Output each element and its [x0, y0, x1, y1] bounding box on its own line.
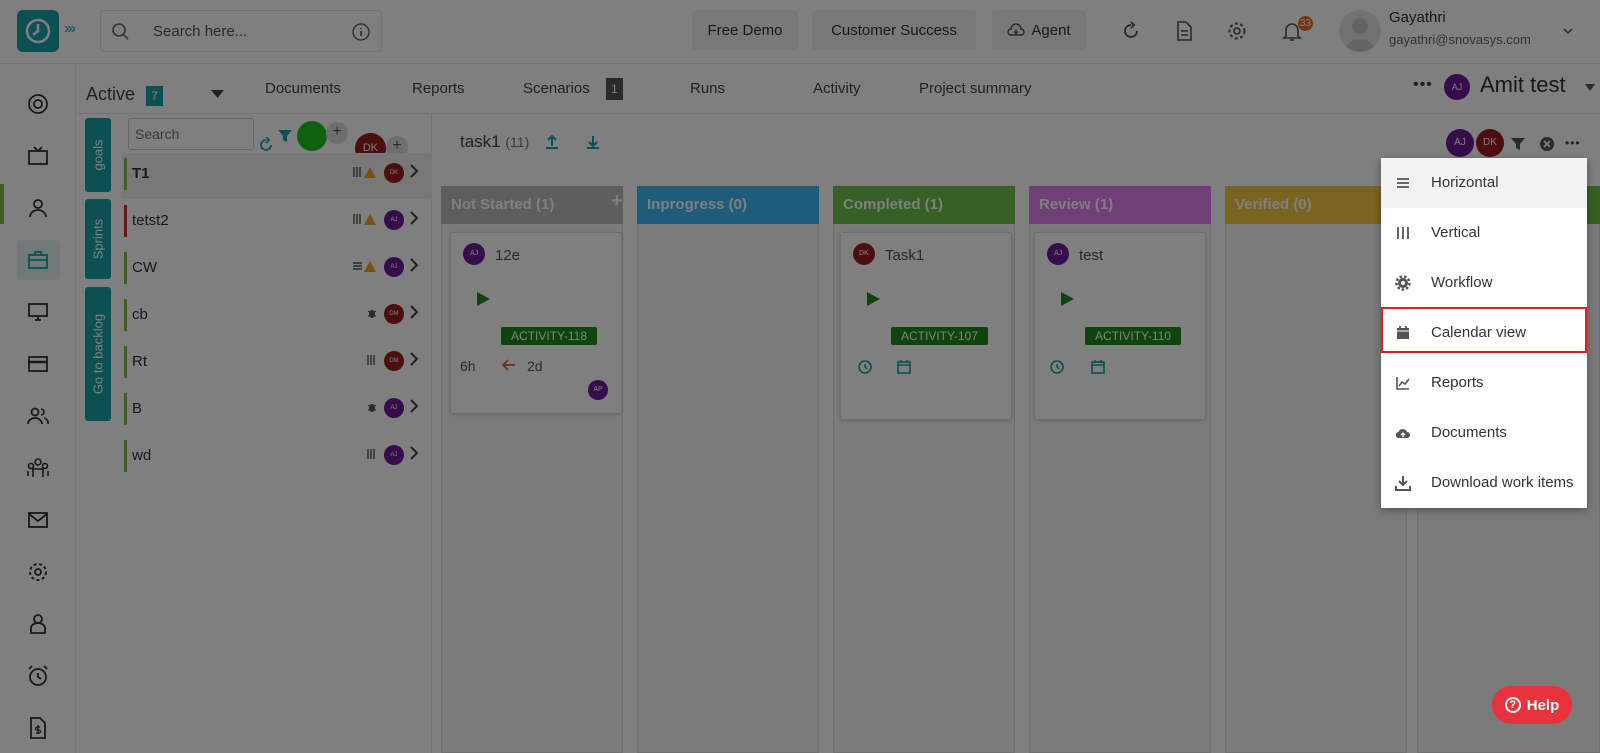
cloud-icon [1395, 428, 1410, 439]
highlight-box [1381, 307, 1587, 353]
board-view-menu: Horizontal Vertical Workflow Calendar vi… [1381, 158, 1587, 508]
chart-icon [1396, 377, 1410, 390]
list-icon [1397, 178, 1409, 188]
menu-item-documents[interactable]: Documents [1381, 408, 1587, 458]
menu-item-label: Reports [1431, 374, 1484, 391]
menu-item-label: Download work items [1431, 474, 1574, 491]
menu-item-label: Vertical [1431, 224, 1481, 241]
gear-icon [1395, 275, 1411, 291]
menu-item-label: Horizontal [1431, 174, 1499, 191]
help-button[interactable]: ? Help [1492, 686, 1572, 724]
download-icon [1395, 476, 1411, 491]
columns-icon [1397, 227, 1409, 239]
menu-item-label: Documents [1431, 424, 1507, 441]
menu-item-label: Workflow [1431, 274, 1493, 291]
help-label: Help [1526, 696, 1560, 714]
modal-backdrop[interactable] [0, 0, 1600, 753]
menu-item-vertical[interactable]: Vertical [1381, 208, 1587, 258]
menu-item-horizontal[interactable]: Horizontal [1381, 158, 1587, 208]
menu-item-workflow[interactable]: Workflow [1381, 258, 1587, 308]
menu-item-download-work-items[interactable]: Download work items [1381, 458, 1587, 508]
menu-item-reports[interactable]: Reports [1381, 358, 1587, 408]
question-icon: ? [1504, 697, 1521, 713]
